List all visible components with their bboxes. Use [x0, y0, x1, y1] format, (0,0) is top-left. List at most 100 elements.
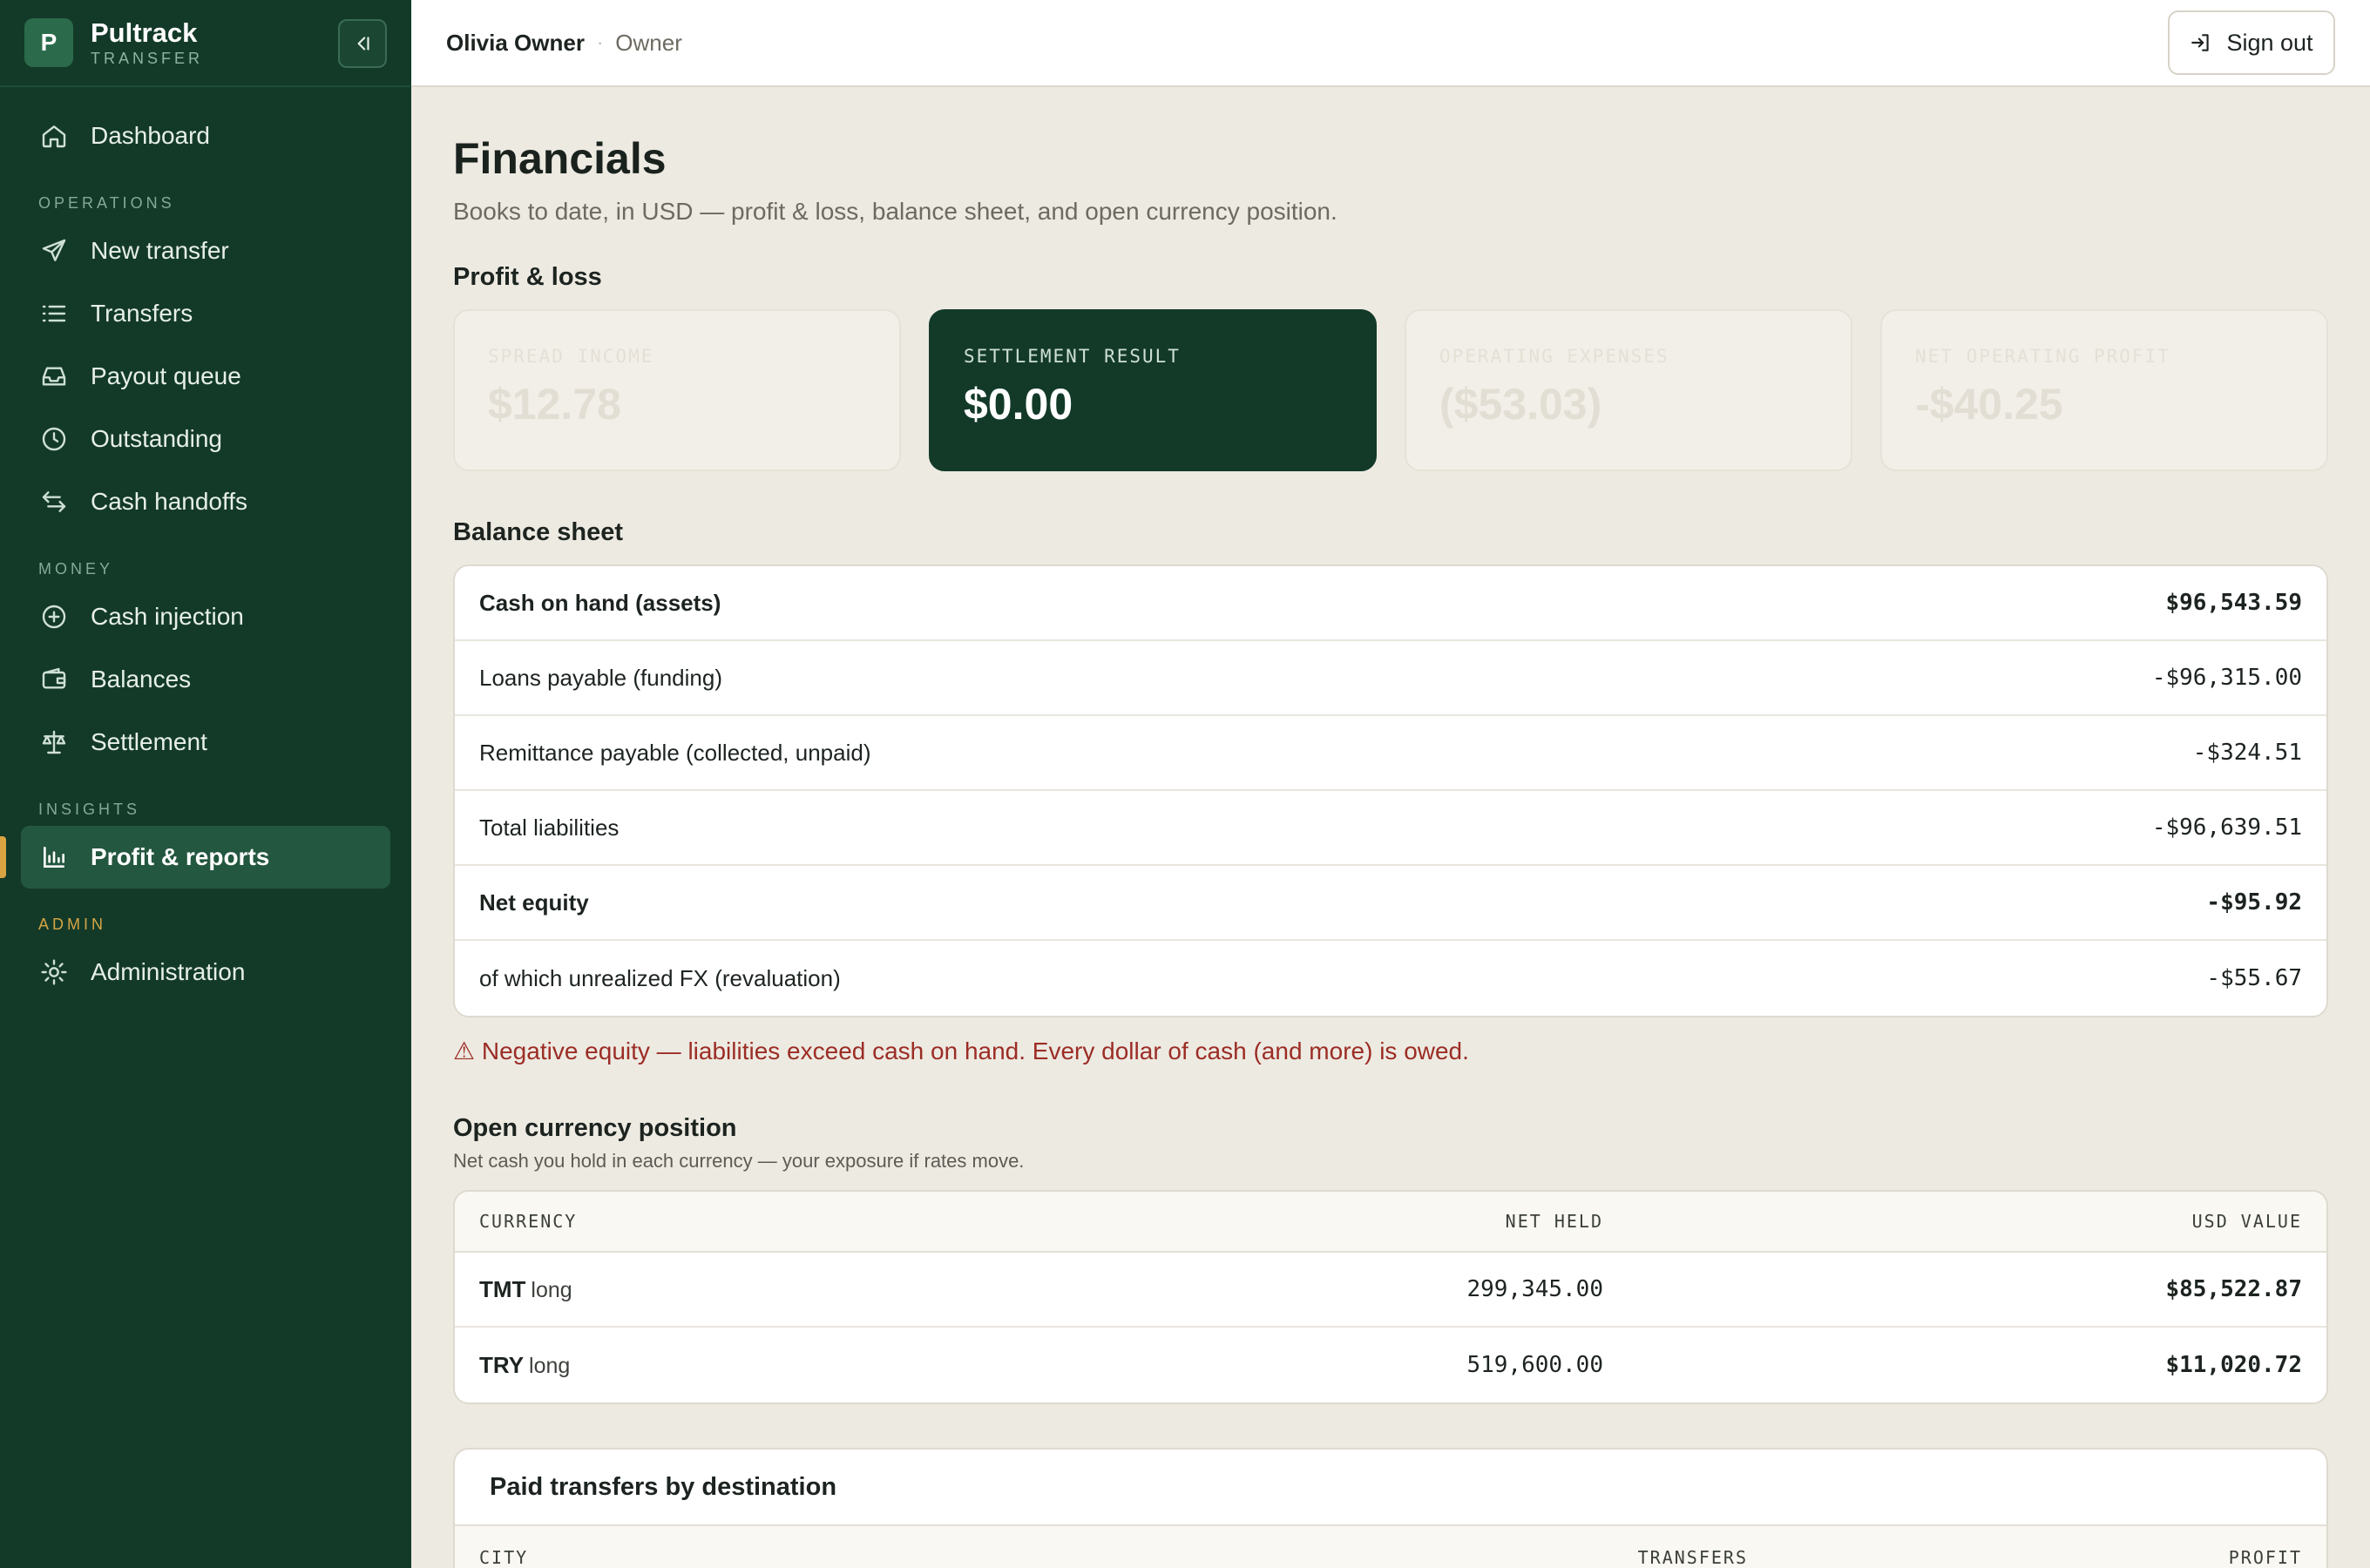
sidebar-item-payout-queue[interactable]: Payout queue: [21, 345, 390, 408]
currency-position-subtitle: Net cash you hold in each currency — you…: [453, 1150, 1025, 1172]
user-name: Olivia Owner: [446, 29, 585, 56]
balance-sheet-title: Balance sheet: [453, 518, 624, 546]
home-icon: [38, 120, 70, 152]
sidebar-item-label: Cash injection: [91, 603, 244, 630]
row-value: -$96,639.51: [2151, 814, 2302, 841]
sidebar-item-label: Transfers: [91, 300, 193, 327]
sidebar-item-cash-handoffs[interactable]: Cash handoffs: [21, 470, 390, 533]
column-header-usd-value: USD VALUE: [2191, 1211, 2302, 1232]
kpi-value: $12.78: [488, 380, 621, 429]
kpi-label: NET OPERATING PROFIT: [1915, 346, 2170, 367]
sidebar-item-label: Dashboard: [91, 122, 210, 149]
position-direction: long: [531, 1277, 572, 1302]
page-title: Financials: [453, 134, 667, 183]
nav-section-operations: OPERATIONS: [38, 194, 175, 212]
sidebar-item-label: Outstanding: [91, 425, 222, 452]
sidebar-item-label: Administration: [91, 958, 246, 985]
currency-cell: TMT long: [479, 1276, 1089, 1303]
main-content: Financials Books to date, in USD — profi…: [453, 87, 2328, 1568]
user-role: Owner: [615, 29, 682, 56]
wallet-icon: [38, 664, 70, 695]
table-row: Net equity -$95.92: [455, 866, 2326, 941]
row-label: Loans payable (funding): [479, 664, 722, 691]
currency-cell: TRY long: [479, 1352, 1089, 1379]
separator-dot: ·: [596, 31, 604, 53]
kpi-card-operating-expenses: OPERATING EXPENSES ($53.03): [1405, 309, 1852, 471]
row-value: $96,543.59: [2165, 590, 2302, 616]
sidebar: P Pultrack TRANSFER Dashboard OPERATIONS…: [0, 0, 411, 1568]
pnl-cards: SPREAD INCOME $12.78 SETTLEMENT RESULT $…: [453, 309, 2328, 471]
inbox-icon: [38, 361, 70, 392]
kpi-value: -$40.25: [1915, 380, 2063, 429]
nav-section-money: MONEY: [38, 560, 114, 578]
kpi-label: OPERATING EXPENSES: [1439, 346, 1669, 367]
negative-equity-warning: ⚠ Negative equity — liabilities exceed c…: [453, 1037, 1469, 1064]
gear-icon: [38, 956, 70, 988]
brand-subtitle: TRANSFER: [91, 50, 204, 67]
currency-code: TRY: [479, 1351, 525, 1378]
send-icon: [38, 235, 70, 267]
page-subtitle: Books to date, in USD — profit & loss, b…: [453, 198, 1337, 225]
plus-circle-icon: [38, 601, 70, 632]
sidebar-item-label: Balances: [91, 666, 192, 693]
sidebar-item-new-transfer[interactable]: New transfer: [21, 220, 390, 282]
table-row: TRY long 519,600.00 $11,020.72: [455, 1328, 2326, 1402]
sign-out-label: Sign out: [2226, 29, 2313, 56]
kpi-label: SETTLEMENT RESULT: [964, 346, 1181, 367]
kpi-value: $0.00: [964, 380, 1073, 429]
position-direction: long: [529, 1353, 571, 1378]
sidebar-item-balances[interactable]: Balances: [21, 648, 390, 711]
row-value: -$96,315.00: [2151, 665, 2302, 691]
row-label: Remittance payable (collected, unpaid): [479, 739, 871, 766]
kpi-card-spread-income: SPREAD INCOME $12.78: [453, 309, 901, 471]
sidebar-item-label: Settlement: [91, 728, 207, 755]
column-header-net-held: NET HELD: [1505, 1211, 1603, 1232]
column-header-city: CITY: [479, 1547, 529, 1568]
row-label: of which unrealized FX (revaluation): [479, 964, 841, 991]
currency-code: TMT: [479, 1275, 526, 1302]
column-header-currency: CURRENCY: [479, 1211, 578, 1232]
kpi-label: SPREAD INCOME: [488, 346, 654, 367]
row-value: -$55.67: [2206, 965, 2302, 991]
swap-arrows-icon: [38, 486, 70, 517]
sidebar-item-outstanding[interactable]: Outstanding: [21, 408, 390, 470]
sign-out-button[interactable]: Sign out: [2168, 10, 2335, 75]
table-row: TMT long 299,345.00 $85,522.87: [455, 1253, 2326, 1328]
paid-transfers-card: Paid transfers by destination CITY TRANS…: [453, 1448, 2328, 1568]
net-held-cell: 299,345.00: [1466, 1276, 1603, 1302]
sidebar-item-settlement[interactable]: Settlement: [21, 711, 390, 774]
column-header-transfers: TRANSFERS: [1637, 1547, 1748, 1568]
brand: P Pultrack TRANSFER: [0, 0, 411, 87]
sidebar-item-label: New transfer: [91, 237, 229, 264]
row-label: Net equity: [479, 889, 589, 916]
clock-icon: [38, 423, 70, 455]
table-row: Remittance payable (collected, unpaid) -…: [455, 716, 2326, 791]
usd-value-cell: $11,020.72: [2165, 1352, 2302, 1378]
top-bar: Olivia Owner · Owner Sign out: [411, 0, 2370, 87]
table-row: Loans payable (funding) -$96,315.00: [455, 641, 2326, 716]
row-value: -$95.92: [2206, 889, 2302, 916]
table-header: CURRENCY NET HELD USD VALUE: [455, 1192, 2326, 1253]
sidebar-item-label: Cash handoffs: [91, 488, 248, 515]
collapse-sidebar-button[interactable]: [338, 19, 387, 68]
sidebar-item-transfers[interactable]: Transfers: [21, 282, 390, 345]
paid-transfers-title: Paid transfers by destination: [455, 1450, 2326, 1526]
sidebar-item-cash-injection[interactable]: Cash injection: [21, 585, 390, 648]
nav-section-admin: ADMIN: [38, 916, 106, 933]
sign-out-icon: [2190, 31, 2212, 54]
bar-chart-icon: [38, 841, 70, 873]
kpi-card-settlement-result: SETTLEMENT RESULT $0.00: [929, 309, 1377, 471]
sidebar-item-dashboard[interactable]: Dashboard: [21, 105, 390, 167]
table-row: of which unrealized FX (revaluation) -$5…: [455, 941, 2326, 1016]
column-header-profit: PROFIT: [2228, 1547, 2302, 1568]
brand-logo: P: [24, 18, 73, 67]
table-row: Cash on hand (assets) $96,543.59: [455, 566, 2326, 641]
sidebar-item-administration[interactable]: Administration: [21, 941, 390, 1004]
row-label: Cash on hand (assets): [479, 589, 721, 616]
usd-value-cell: $85,522.87: [2165, 1276, 2302, 1302]
brand-name: Pultrack: [91, 17, 198, 48]
sidebar-item-profit-reports[interactable]: Profit & reports: [0, 826, 390, 889]
sidebar-nav: Dashboard OPERATIONS New transfer Transf…: [0, 87, 411, 1004]
row-value: -$324.51: [2192, 740, 2302, 766]
net-held-cell: 519,600.00: [1466, 1352, 1603, 1378]
